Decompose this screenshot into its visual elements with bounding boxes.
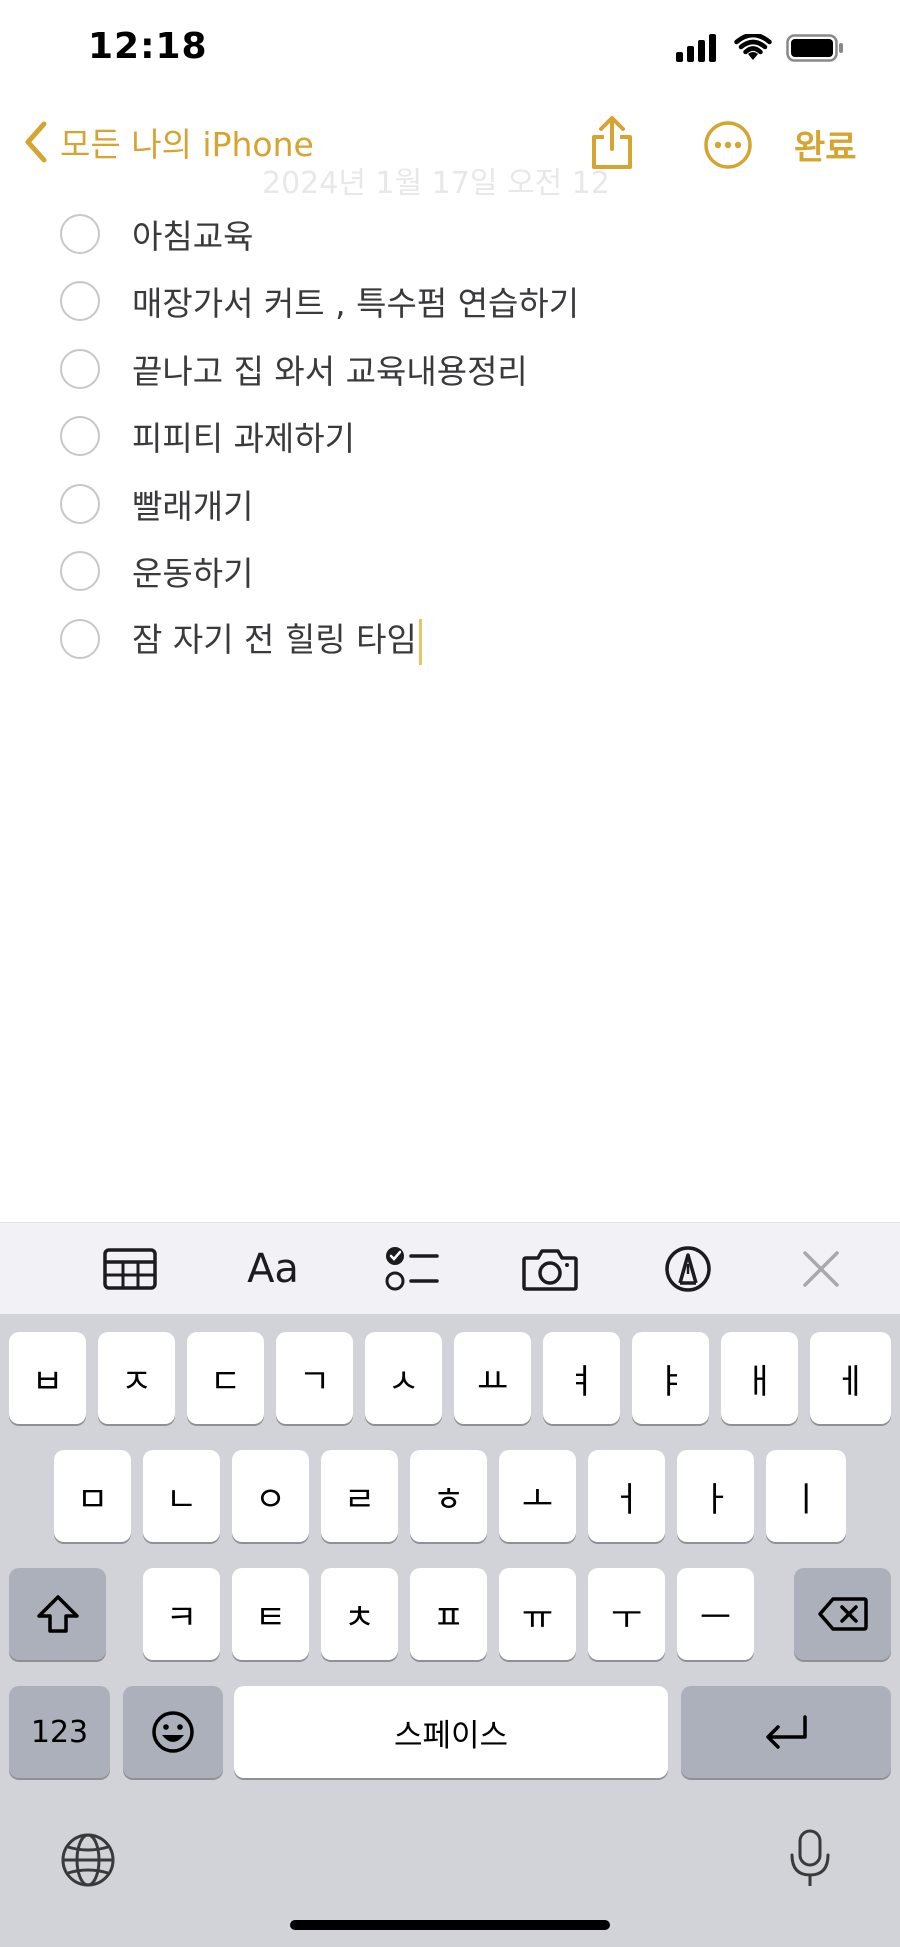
camera-icon [522,1249,578,1291]
back-button[interactable]: 모든 나의 iPhone [22,118,314,166]
key[interactable]: ㅗ [499,1450,576,1542]
checkbox[interactable] [60,551,100,592]
status-time: 12:18 [88,26,208,67]
more-icon [704,121,752,169]
checkbox[interactable] [60,348,100,389]
status-icons [676,34,844,62]
shift-icon [36,1595,79,1633]
battery-icon [786,34,843,62]
key[interactable]: ㄷ [187,1332,264,1424]
wifi-icon [734,34,772,60]
checklist-item[interactable]: 매장가서 커트 , 특수펌 연습하기 [60,268,860,336]
checklist-item-text[interactable]: 잠 자기 전 힐링 타임 [132,613,422,665]
more-button[interactable] [702,119,754,171]
delete-key[interactable] [794,1568,891,1660]
space-key[interactable]: 스페이스 [234,1686,668,1778]
key[interactable]: ㅊ [321,1568,398,1660]
checkbox[interactable] [60,213,100,254]
key[interactable]: ㅂ [9,1332,86,1424]
key[interactable]: ㅋ [143,1568,220,1660]
key[interactable]: ㅅ [365,1332,442,1424]
shift-key[interactable] [9,1568,106,1660]
microphone-icon [790,1829,830,1886]
text-cursor [418,618,422,665]
delete-icon [817,1597,868,1631]
text-format-button[interactable]: Aa [238,1241,308,1297]
key[interactable]: ㅌ [232,1568,309,1660]
text-format-icon: Aa [247,1246,299,1292]
share-button[interactable] [588,115,636,171]
checklist-item-text[interactable]: 빨래개기 [132,480,253,528]
done-button[interactable]: 완료 [794,120,857,169]
checkbox[interactable] [60,416,100,457]
checklist-icon [385,1247,439,1291]
share-icon [592,116,632,169]
chevron-left-icon [25,121,47,163]
checklist-item-text[interactable]: 피피티 과제하기 [132,412,355,460]
checklist-item-text[interactable]: 운동하기 [132,547,253,595]
signal-icon [676,34,716,62]
formatting-toolbar: Aa [0,1222,900,1315]
key[interactable]: ㅔ [810,1332,891,1424]
key[interactable]: ㅇ [232,1450,309,1542]
key[interactable]: ㅕ [543,1332,620,1424]
key[interactable]: ㅎ [410,1450,487,1542]
key[interactable]: ㅈ [98,1332,175,1424]
note-date: 2024년 1월 17일 오전 12 [262,166,610,201]
emoji-key[interactable] [123,1686,223,1778]
key[interactable]: ㄱ [276,1332,353,1424]
close-icon [803,1251,839,1287]
checklist-item-text-value: 잠 자기 전 힐링 타임 [132,620,417,659]
checklist-button[interactable] [382,1241,442,1297]
checklist-item[interactable]: 운동하기 [60,538,860,606]
camera-button[interactable] [520,1241,580,1297]
keyboard: ㅂ ㅈ ㄷ ㄱ ㅅ ㅛ ㅕ ㅑ ㅐ ㅔ ㅁ ㄴ ㅇ ㄹ ㅎ ㅗ ㅓ ㅏ ㅣ ㅋ … [0,1314,900,1947]
numbers-key[interactable]: 123 [9,1686,110,1778]
home-indicator[interactable] [290,1920,610,1930]
checklist-item[interactable]: 빨래개기 [60,470,860,538]
key[interactable]: ㄹ [321,1450,398,1542]
key[interactable]: ㅐ [721,1332,798,1424]
table-button[interactable] [100,1241,160,1297]
globe-icon [61,1833,115,1887]
checkbox[interactable] [60,281,100,322]
key[interactable]: ㅡ [677,1568,754,1660]
checklist-item-text[interactable]: 아침교육 [132,210,253,258]
key[interactable]: ㅣ [766,1450,846,1542]
checklist-item-text[interactable]: 끝나고 집 와서 교육내용정리 [132,345,528,393]
dictation-button[interactable] [788,1828,832,1890]
key[interactable]: ㅑ [632,1332,709,1424]
key[interactable]: ㅠ [499,1568,576,1660]
checklist-item[interactable]: 잠 자기 전 힐링 타임 [60,605,860,673]
back-button-label: 모든 나의 iPhone [60,125,314,164]
key[interactable]: ㅛ [454,1332,531,1424]
close-toolbar-button[interactable] [798,1241,844,1297]
checklist-item[interactable]: 피피티 과제하기 [60,403,860,471]
checklist-item[interactable]: 아침교육 [60,200,860,268]
key[interactable]: ㅁ [54,1450,131,1542]
checklist: 아침교육 매장가서 커트 , 특수펌 연습하기 끝나고 집 와서 교육내용정리 … [60,200,860,673]
return-icon [766,1715,807,1749]
markup-button[interactable] [660,1241,716,1297]
key[interactable]: ㅏ [677,1450,754,1542]
emoji-icon [152,1711,194,1753]
markup-icon [665,1246,711,1292]
key[interactable]: ㄴ [143,1450,220,1542]
globe-button[interactable] [60,1832,116,1888]
checkbox[interactable] [60,483,100,524]
key[interactable]: ㅓ [588,1450,665,1542]
checkbox[interactable] [60,618,100,659]
checklist-item-text[interactable]: 매장가서 커트 , 특수펌 연습하기 [132,277,579,325]
key[interactable]: ㅜ [588,1568,665,1660]
return-key[interactable] [681,1686,891,1778]
key[interactable]: ㅍ [410,1568,487,1660]
table-icon [103,1248,157,1290]
checklist-item[interactable]: 끝나고 집 와서 교육내용정리 [60,335,860,403]
